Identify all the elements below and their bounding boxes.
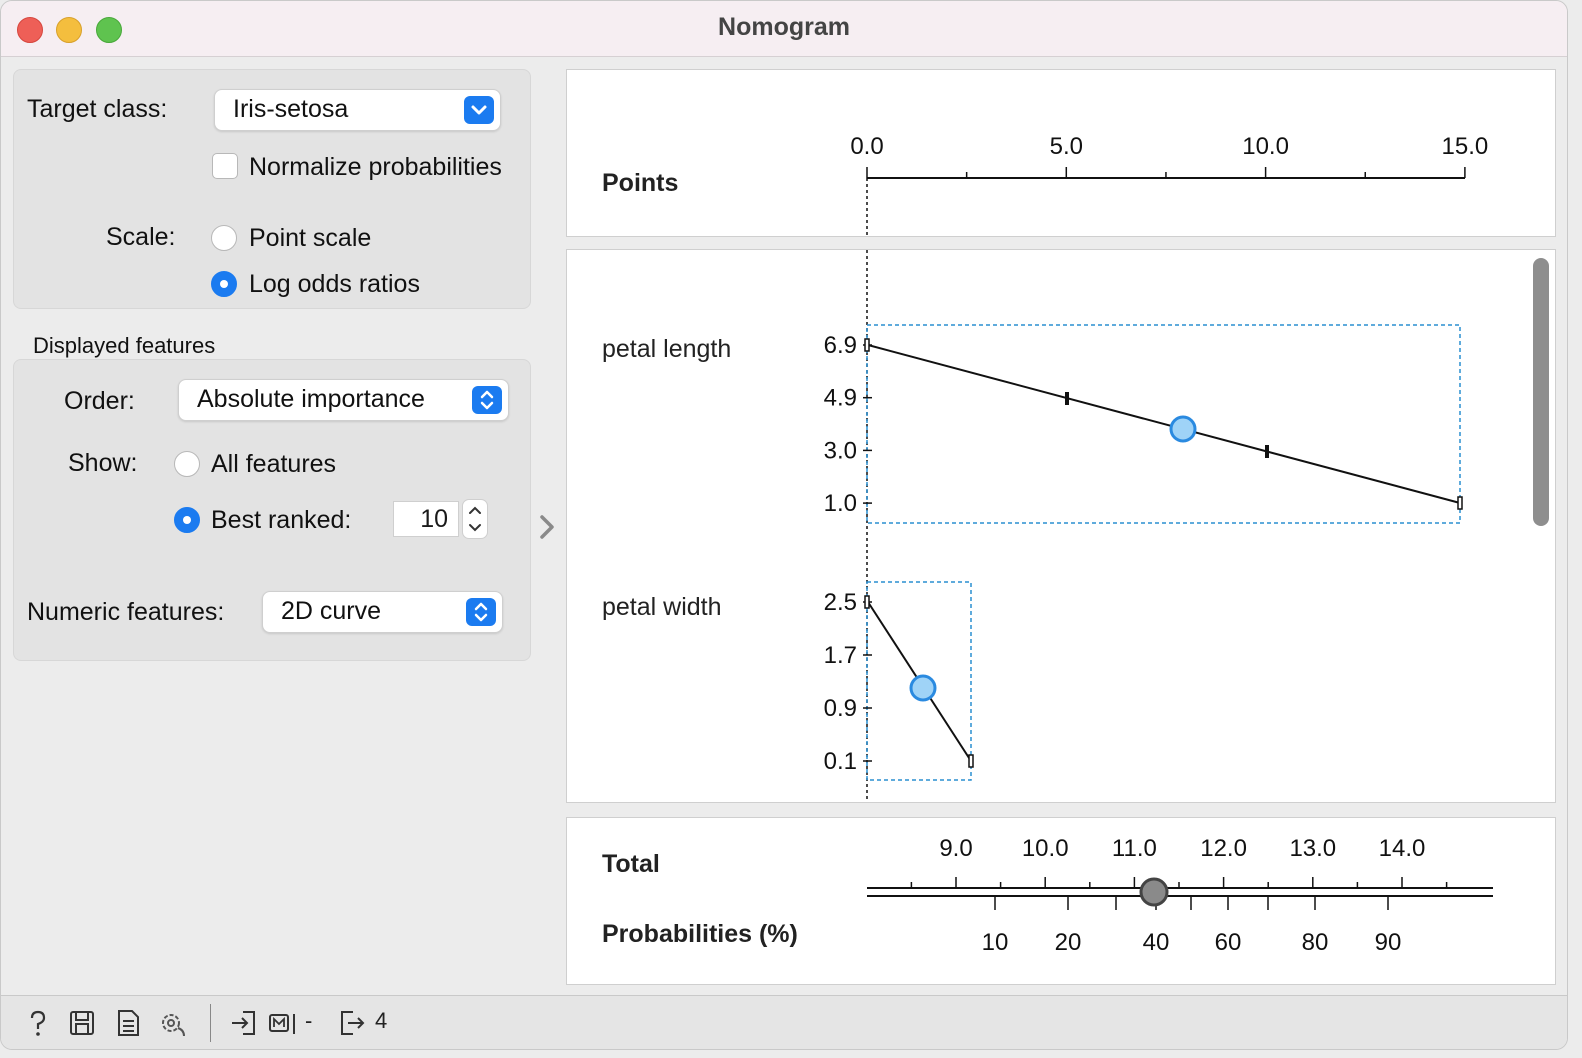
total-tick-label: 11.0 <box>1112 835 1157 862</box>
feature-value-label: 1.0 <box>824 490 857 517</box>
point-scale-label: Point scale <box>249 224 372 252</box>
nomogram-window: Nomogram Target class: Iris-setosa Norma… <box>0 0 1568 1050</box>
help-icon[interactable] <box>23 1008 53 1038</box>
normalize-probabilities-label: Normalize probabilities <box>249 153 502 181</box>
probability-tick-label: 80 <box>1302 929 1329 956</box>
petal-length-curve-tick <box>864 338 870 352</box>
show-label: Show: <box>68 449 138 477</box>
features-plot-panel: petal length 6.9 4.9 3.0 1.0 petal width 2.… <box>566 249 1556 803</box>
output-count: 4 <box>375 1008 388 1033</box>
total-axis: Total Probabilities (%) 9.0 10.0 11.0 12.0 1… <box>602 835 1493 956</box>
best-ranked-value: 10 <box>420 505 448 533</box>
feature-value-label: 0.9 <box>824 695 857 722</box>
feature-value-label: 2.5 <box>824 589 857 616</box>
points-tick-label: 10.0 <box>1242 133 1289 160</box>
total-label: Total <box>602 850 660 878</box>
petal-length-ticks: 6.9 4.9 3.0 1.0 <box>824 332 872 517</box>
features-scrollbar[interactable] <box>1533 258 1549 526</box>
log-odds-ratios-label: Log odds ratios <box>249 270 420 298</box>
total-tick-label: 10.0 <box>1022 835 1069 862</box>
displayed-features-heading: Displayed features <box>33 333 216 358</box>
save-icon[interactable] <box>67 1008 97 1038</box>
total-tick-label: 14.0 <box>1379 835 1426 862</box>
order-value: Absolute importance <box>197 385 425 413</box>
all-features-label: All features <box>211 450 337 478</box>
numeric-features-value: 2D curve <box>281 597 382 625</box>
all-features-radio[interactable] <box>174 451 200 477</box>
feature-value-label: 0.1 <box>824 748 857 775</box>
up-down-chevron-icon <box>466 598 496 626</box>
status-divider <box>210 1004 211 1042</box>
probability-tick-label: 20 <box>1055 929 1082 956</box>
normalize-probabilities-checkbox[interactable] <box>212 153 238 179</box>
points-axis: Points 0.0 5.0 10.0 15.0 <box>602 133 1488 236</box>
total-tick-label: 12.0 <box>1200 835 1247 862</box>
probability-tick-label: 10 <box>982 929 1009 956</box>
chevron-down-icon <box>464 96 494 124</box>
petal-width-marker[interactable] <box>909 674 937 702</box>
best-ranked-radio[interactable] <box>174 507 200 533</box>
total-ticks: 9.0 10.0 11.0 12.0 13.0 14.0 <box>910 835 1448 888</box>
petal-width-ticks: 2.5 1.7 0.9 0.1 <box>824 589 872 775</box>
feature-value-label: 3.0 <box>824 437 857 464</box>
points-tick-label: 15.0 <box>1442 133 1489 160</box>
petal-length-curve-tick <box>1457 496 1463 510</box>
output-icon <box>341 1011 365 1035</box>
order-label: Order: <box>64 387 135 415</box>
numeric-features-label: Numeric features: <box>27 598 225 626</box>
petal-width-label: petal width <box>602 593 722 621</box>
stepper-arrows-icon <box>469 506 481 532</box>
petal-length-curve <box>867 344 1461 504</box>
report-icon[interactable] <box>113 1008 143 1038</box>
total-marker[interactable] <box>1139 877 1169 907</box>
petal-length-curve-tick <box>1265 445 1269 458</box>
best-ranked-spinbox[interactable]: 10 <box>393 501 459 537</box>
points-panel: Points 0.0 5.0 10.0 15.0 <box>566 69 1556 237</box>
best-ranked-label: Best ranked: <box>211 506 352 534</box>
features-plot: petal length 6.9 4.9 3.0 1.0 petal width 2.… <box>602 250 1463 802</box>
probability-tick-label: 40 <box>1143 929 1170 956</box>
probability-tick-label: 90 <box>1375 929 1402 956</box>
points-tick-label: 0.0 <box>850 133 883 160</box>
total-tick-label: 13.0 <box>1289 835 1336 862</box>
points-label: Points <box>602 169 678 197</box>
petal-length-curve-tick <box>1065 392 1069 405</box>
petal-length-marker[interactable] <box>1169 415 1197 443</box>
collapse-panel-chevron-icon[interactable] <box>537 513 559 541</box>
target-class-select[interactable]: Iris-setosa <box>214 89 501 131</box>
feature-value-label: 1.7 <box>824 642 857 669</box>
scale-label: Scale: <box>106 223 176 251</box>
points-ticks: 0.0 5.0 10.0 15.0 <box>850 133 1488 178</box>
probability-tick-label: 60 <box>1215 929 1242 956</box>
feature-value-label: 4.9 <box>824 385 857 412</box>
probability-ticks: 10 20 40 60 80 90 <box>982 896 1402 956</box>
petal-width-curve-tick <box>864 595 870 609</box>
order-select[interactable]: Absolute importance <box>178 379 509 421</box>
status-bar: - 4 <box>1 995 1567 1049</box>
feature-value-label: 6.9 <box>824 332 857 359</box>
total-tick-label: 9.0 <box>939 835 972 862</box>
settings-gear-icon[interactable] <box>158 1008 188 1038</box>
model-input-icon <box>269 1014 295 1034</box>
target-class-value: Iris-setosa <box>233 95 349 123</box>
up-down-chevron-icon <box>472 386 502 414</box>
log-odds-ratios-radio[interactable] <box>211 271 237 297</box>
point-scale-radio[interactable] <box>211 225 237 251</box>
probabilities-label: Probabilities (%) <box>602 920 798 948</box>
petal-width-curve-tick <box>968 754 974 768</box>
target-class-label: Target class: <box>27 95 168 123</box>
points-tick-label: 5.0 <box>1050 133 1083 160</box>
input-icon <box>232 1011 255 1035</box>
window-title: Nomogram <box>718 13 850 41</box>
input-status-text: - <box>305 1008 313 1033</box>
numeric-features-select[interactable]: 2D curve <box>262 591 503 633</box>
title-bar: Nomogram <box>1 1 1567 57</box>
spinbox-arrows[interactable] <box>462 499 488 539</box>
petal-length-label: petal length <box>602 335 731 363</box>
total-panel: Total Probabilities (%) 9.0 10.0 11.0 12.0 1… <box>566 817 1556 985</box>
